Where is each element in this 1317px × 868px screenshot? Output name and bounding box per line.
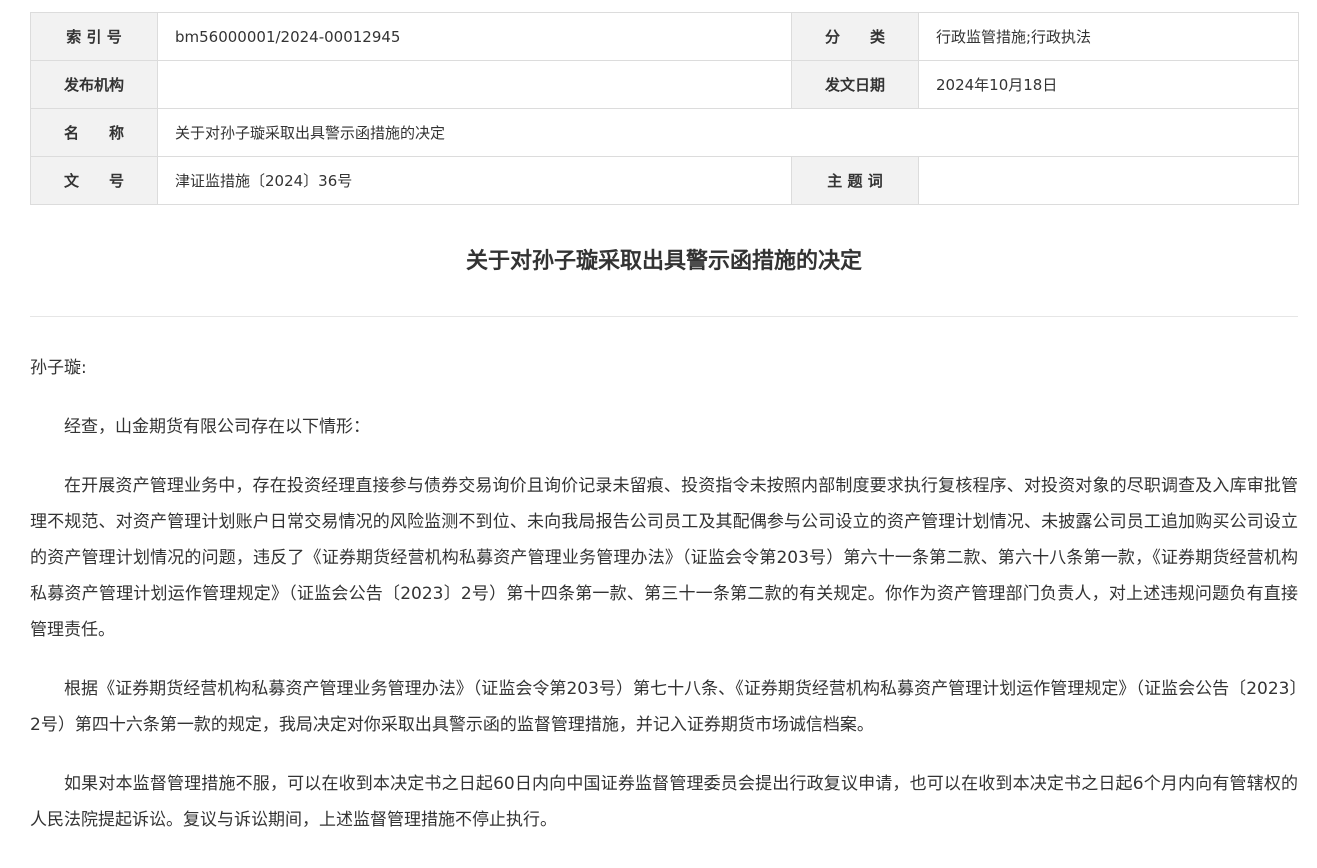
metadata-row: 索 引 号 bm56000001/2024-00012945 分 类 行政监管措… [30, 12, 1299, 61]
metadata-row: 文 号 津证监措施〔2024〕36号 主 题 词 [30, 156, 1299, 205]
index-number-label: 索 引 号 [30, 12, 158, 61]
document-number-value: 津证监措施〔2024〕36号 [157, 156, 792, 205]
publisher-value [157, 60, 792, 109]
name-label: 名 称 [30, 108, 158, 157]
name-value: 关于对孙子璇采取出具警示函措施的决定 [157, 108, 1299, 157]
body-paragraph: 在开展资产管理业务中，存在投资经理直接参与债券交易询价且询价记录未留痕、投资指令… [30, 476, 1298, 640]
document-metadata-table: 索 引 号 bm56000001/2024-00012945 分 类 行政监管措… [30, 12, 1299, 205]
body-paragraph: 如果对本监督管理措施不服，可以在收到本决定书之日起60日内向中国证券监督管理委员… [30, 774, 1298, 830]
category-value: 行政监管措施;行政执法 [918, 12, 1299, 61]
issue-date-label: 发文日期 [791, 60, 919, 109]
title-divider [30, 316, 1298, 317]
publisher-label: 发布机构 [30, 60, 158, 109]
document-title: 关于对孙子璇采取出具警示函措施的决定 [465, 249, 862, 274]
salutation: 孙子璇: [30, 358, 87, 378]
category-label: 分 类 [791, 12, 919, 61]
document-page: 索 引 号 bm56000001/2024-00012945 分 类 行政监管措… [0, 0, 1317, 868]
metadata-row: 发布机构 发文日期 2024年10月18日 [30, 60, 1299, 109]
metadata-row: 名 称 关于对孙子璇采取出具警示函措施的决定 [30, 108, 1299, 157]
body-paragraph: 根据《证券期货经营机构私募资产管理业务管理办法》（证监会令第203号）第七十八条… [30, 679, 1298, 735]
document-body: 孙子璇: 经查，山金期货有限公司存在以下情形： 在开展资产管理业务中，存在投资经… [30, 350, 1298, 861]
subject-words-value [918, 156, 1299, 205]
body-paragraph: 经查，山金期货有限公司存在以下情形： [64, 417, 370, 437]
subject-words-label: 主 题 词 [791, 156, 919, 205]
document-number-label: 文 号 [30, 156, 158, 205]
issue-date-value: 2024年10月18日 [918, 60, 1299, 109]
index-number-value: bm56000001/2024-00012945 [157, 12, 792, 61]
